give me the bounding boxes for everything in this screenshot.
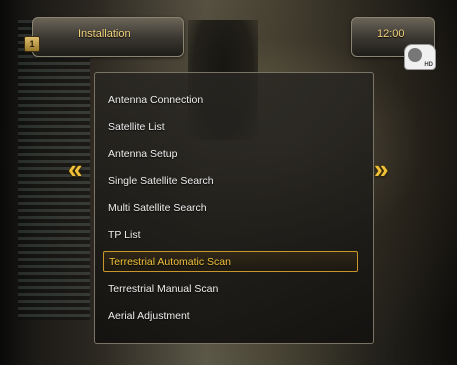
- menu-item-satellite-list[interactable]: Satellite List: [103, 117, 358, 138]
- double-chevron-right-icon[interactable]: »: [374, 156, 388, 182]
- installation-menu-panel: Antenna Connection Satellite List Antenn…: [94, 72, 374, 344]
- hd-badge-label: HD: [424, 62, 433, 68]
- menu-item-aerial-adjustment[interactable]: Aerial Adjustment: [103, 306, 358, 327]
- menu-item-antenna-setup[interactable]: Antenna Setup: [103, 144, 358, 165]
- double-chevron-left-icon[interactable]: «: [68, 156, 82, 182]
- menu-corner-icon: 1: [24, 36, 40, 52]
- clock-time: 12:00: [377, 28, 405, 40]
- menu-item-single-satellite-search[interactable]: Single Satellite Search: [103, 171, 358, 192]
- menu-item-terrestrial-automatic-scan[interactable]: Terrestrial Automatic Scan: [103, 251, 358, 272]
- menu-item-antenna-connection[interactable]: Antenna Connection: [103, 90, 358, 111]
- menu-item-terrestrial-manual-scan[interactable]: Terrestrial Manual Scan: [103, 279, 358, 300]
- hd-badge-disc: [408, 48, 422, 62]
- menu-item-multi-satellite-search[interactable]: Multi Satellite Search: [103, 198, 358, 219]
- page-title: Installation: [78, 28, 131, 40]
- hd-badge-icon: HD: [404, 44, 436, 70]
- menu-item-tp-list[interactable]: TP List: [103, 225, 358, 246]
